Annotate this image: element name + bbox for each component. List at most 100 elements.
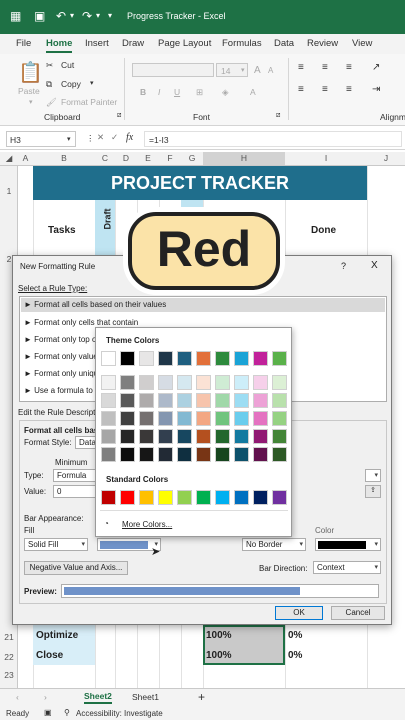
theme-shade-swatch[interactable] — [139, 375, 154, 390]
font-name-combo[interactable] — [132, 63, 214, 77]
theme-shade-swatch[interactable] — [120, 411, 135, 426]
row-header[interactable]: 1 — [0, 186, 18, 196]
sheet-tab-sheet1[interactable]: Sheet1 — [132, 692, 159, 702]
theme-color-swatch[interactable] — [215, 351, 230, 366]
rule-item[interactable]: ► Format only cells that contain — [24, 318, 138, 327]
theme-shade-swatch[interactable] — [234, 375, 249, 390]
decrease-font-icon[interactable]: A — [268, 66, 273, 75]
column-header[interactable]: A — [18, 153, 33, 163]
rule-item[interactable]: ► Format only values — [24, 352, 102, 361]
macro-record-icon[interactable]: ▣ — [44, 708, 52, 717]
standard-color-swatch[interactable] — [272, 490, 287, 505]
help-button[interactable]: ? — [341, 261, 346, 271]
theme-shade-swatch[interactable] — [196, 375, 211, 390]
draft-header-cell[interactable]: Draft — [95, 200, 115, 255]
theme-shade-swatch[interactable] — [158, 429, 173, 444]
bold-icon[interactable]: B — [140, 87, 146, 97]
theme-shade-swatch[interactable] — [215, 375, 230, 390]
theme-shade-swatch[interactable] — [139, 411, 154, 426]
theme-shade-swatch[interactable] — [139, 447, 154, 462]
underline-icon[interactable]: U — [174, 87, 180, 97]
bottom-align-icon[interactable]: ≡ — [346, 62, 352, 73]
task-cell[interactable]: Optimize — [36, 630, 78, 641]
column-header[interactable]: D — [115, 153, 137, 163]
theme-shade-swatch[interactable] — [101, 447, 116, 462]
sheet-tab-sheet2[interactable]: Sheet2 — [84, 691, 112, 704]
name-box-dropdown-icon[interactable]: ▾ — [67, 135, 71, 143]
theme-shade-swatch[interactable] — [215, 393, 230, 408]
confirm-entry-icon[interactable]: ✓ — [111, 132, 118, 143]
theme-shade-swatch[interactable] — [234, 429, 249, 444]
theme-shade-swatch[interactable] — [253, 411, 268, 426]
font-size-combo[interactable]: 14 ▾ — [216, 63, 248, 77]
add-sheet-button[interactable]: + — [198, 690, 205, 704]
font-color-icon[interactable]: A — [250, 87, 256, 97]
theme-shade-swatch[interactable] — [272, 429, 287, 444]
theme-shade-swatch[interactable] — [158, 375, 173, 390]
theme-shade-swatch[interactable] — [120, 429, 135, 444]
orientation-icon[interactable]: ↗ — [372, 62, 380, 73]
border-color-select[interactable]: ▾ — [315, 538, 381, 551]
top-align-icon[interactable]: ≡ — [298, 62, 304, 73]
theme-shade-swatch[interactable] — [196, 411, 211, 426]
theme-shade-swatch[interactable] — [272, 411, 287, 426]
indent-icon[interactable]: ⇥ — [372, 84, 380, 95]
theme-shade-swatch[interactable] — [158, 411, 173, 426]
rule-item[interactable]: ► Use a formula to d — [24, 386, 100, 395]
bar-direction-select[interactable]: Context ▾ — [313, 561, 381, 574]
tab-formulas[interactable]: Formulas — [222, 38, 262, 49]
theme-shade-swatch[interactable] — [272, 393, 287, 408]
progress-cell[interactable]: 100% — [206, 650, 232, 661]
copy-dropdown-icon[interactable]: ▾ — [90, 79, 94, 87]
more-colors-button[interactable]: More Colors... — [122, 520, 172, 529]
theme-color-swatch[interactable] — [234, 351, 249, 366]
theme-shade-swatch[interactable] — [120, 375, 135, 390]
undo-icon[interactable]: ↶ — [56, 9, 66, 23]
tab-page-layout[interactable]: Page Layout — [158, 38, 211, 49]
theme-color-swatch[interactable] — [120, 351, 135, 366]
row-header[interactable]: 23 — [0, 670, 18, 680]
theme-shade-swatch[interactable] — [158, 393, 173, 408]
theme-shade-swatch[interactable] — [253, 447, 268, 462]
paste-button[interactable]: Paste — [18, 86, 40, 96]
standard-color-swatch[interactable] — [158, 490, 173, 505]
rule-item-selected[interactable]: ► Format all cells based on their values — [21, 298, 385, 312]
cut-button[interactable]: Cut — [61, 60, 74, 70]
middle-align-icon[interactable]: ≡ — [322, 62, 328, 73]
theme-shade-swatch[interactable] — [139, 393, 154, 408]
rule-item[interactable]: ► Format only top o — [24, 335, 96, 344]
done-cell[interactable]: 0% — [288, 630, 302, 641]
theme-shade-swatch[interactable] — [234, 393, 249, 408]
scroll-right-icon[interactable]: › — [44, 692, 47, 702]
tab-view[interactable]: View — [352, 38, 372, 49]
minimum-type-select[interactable]: Formula — [53, 469, 97, 482]
minimum-value-input[interactable]: 0 — [53, 485, 97, 498]
theme-shade-swatch[interactable] — [120, 393, 135, 408]
range-picker-icon[interactable]: ⇪ — [365, 485, 381, 498]
theme-shade-swatch[interactable] — [215, 411, 230, 426]
increase-font-icon[interactable]: A — [254, 65, 261, 76]
row-header[interactable]: 22 — [0, 652, 18, 662]
tab-draw[interactable]: Draw — [122, 38, 144, 49]
theme-shade-swatch[interactable] — [177, 447, 192, 462]
undo-dropdown-icon[interactable]: ▾ — [70, 9, 74, 23]
theme-shade-swatch[interactable] — [272, 447, 287, 462]
theme-shade-swatch[interactable] — [196, 429, 211, 444]
theme-shade-swatch[interactable] — [196, 393, 211, 408]
fill-color-icon[interactable]: ◈ — [222, 87, 229, 98]
column-header[interactable]: F — [159, 153, 181, 163]
theme-shade-swatch[interactable] — [101, 429, 116, 444]
theme-shade-swatch[interactable] — [177, 375, 192, 390]
theme-color-swatch[interactable] — [101, 351, 116, 366]
progress-cell[interactable]: 100% — [206, 630, 232, 641]
tab-review[interactable]: Review — [307, 38, 338, 49]
column-header[interactable]: H — [203, 152, 285, 165]
redo-dropdown-icon[interactable]: ▾ — [96, 9, 100, 23]
theme-shade-swatch[interactable] — [272, 375, 287, 390]
theme-color-swatch[interactable] — [177, 351, 192, 366]
save-icon[interactable]: ▣ — [34, 9, 45, 23]
theme-shade-swatch[interactable] — [139, 429, 154, 444]
theme-shade-swatch[interactable] — [215, 447, 230, 462]
standard-color-swatch[interactable] — [120, 490, 135, 505]
theme-shade-swatch[interactable] — [158, 447, 173, 462]
